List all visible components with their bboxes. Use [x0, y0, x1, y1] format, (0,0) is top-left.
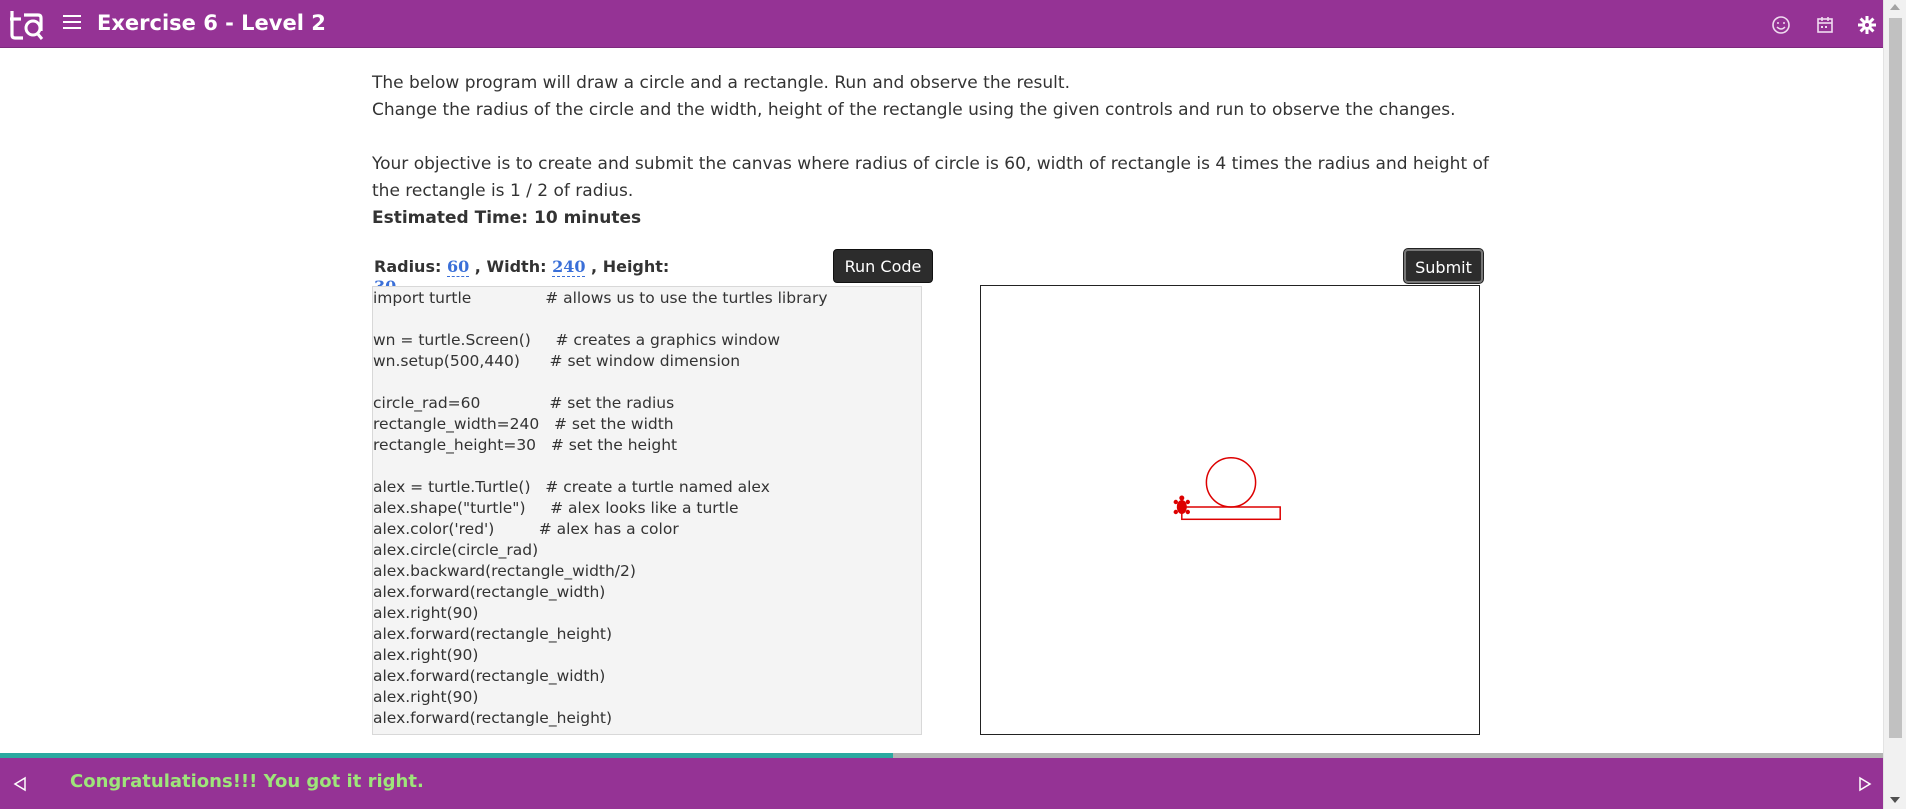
instructions: The below program will draw a circle and… [372, 70, 1502, 232]
code-line: alex.backward(rectangle_width/2) [373, 562, 636, 580]
height-label: Height: [602, 257, 670, 276]
turtle-icon [1173, 495, 1190, 515]
gear-icon[interactable] [1856, 14, 1878, 36]
width-value[interactable]: 240 [552, 257, 586, 277]
scroll-thumb[interactable] [1889, 18, 1902, 738]
smiley-icon[interactable] [1770, 14, 1792, 36]
instruction-line-1: The below program will draw a circle and… [372, 73, 1070, 93]
code-line: alex.forward(rectangle_height) [373, 709, 613, 727]
success-message: Congratulations!!! You got it right. [70, 771, 424, 792]
scroll-up-arrow-icon[interactable] [1890, 4, 1900, 10]
code-line: circle_rad=60 # set the radius [373, 394, 675, 412]
page-scrollbar[interactable] [1883, 0, 1906, 809]
code-line: alex.forward(rectangle_height) [373, 625, 613, 643]
code-line: import turtle # allows us to use the tur… [373, 289, 828, 307]
radius-label: Radius: [374, 257, 442, 276]
scroll-down-arrow-icon[interactable] [1890, 797, 1900, 803]
code-line: rectangle_height=30 # set the height [373, 436, 678, 454]
turtle-drawing [1173, 457, 1281, 521]
objective-line-2: the rectangle is 1 / 2 of radius. [372, 181, 634, 201]
code-line: wn.setup(500,440) # set window dimension [373, 352, 741, 370]
radius-value[interactable]: 60 [446, 257, 470, 277]
code-line: alex.forward(rectangle_width) [373, 667, 606, 685]
code-line: rectangle_width=240 # set the width [373, 415, 674, 433]
objective-line-1: Your objective is to create and submit t… [372, 154, 1489, 174]
app-logo-icon[interactable] [8, 7, 44, 41]
menu-icon[interactable] [63, 15, 81, 31]
estimated-time: Estimated Time: 10 minutes [372, 208, 642, 228]
separator: , [591, 257, 598, 276]
code-line: alex = turtle.Turtle() # create a turtle… [373, 478, 770, 496]
code-line: alex.shape("turtle") # alex looks like a… [373, 499, 739, 517]
code-line: wn = turtle.Screen() # creates a graphic… [373, 331, 781, 349]
turtle-circle [1205, 457, 1257, 508]
code-line: alex.right(90) [373, 688, 479, 706]
width-label: Width: [486, 257, 547, 276]
code-line: alex.forward(rectangle_width) [373, 583, 606, 601]
submit-button[interactable]: Submit [1404, 249, 1483, 283]
turtle-rectangle [1181, 506, 1281, 521]
calendar-icon[interactable] [1814, 14, 1836, 36]
bottom-bar: Congratulations!!! You got it right. [0, 758, 1883, 809]
separator: , [474, 257, 481, 276]
previous-arrow-icon[interactable] [12, 776, 28, 792]
top-bar: Exercise 6 - Level 2 [0, 0, 1906, 48]
next-arrow-icon[interactable] [1857, 776, 1873, 792]
run-code-button[interactable]: Run Code [833, 249, 933, 283]
code-line: alex.right(90) [373, 646, 479, 664]
code-line: alex.color('red') # alex has a color [373, 520, 679, 538]
turtle-canvas [980, 285, 1480, 735]
shape-controls: Radius: 60 , Width: 240 , Height: [374, 256, 674, 278]
instruction-line-2: Change the radius of the circle and the … [372, 100, 1456, 120]
page-title: Exercise 6 - Level 2 [97, 11, 326, 35]
code-line: alex.right(90) [373, 604, 479, 622]
code-line: alex.circle(circle_rad) [373, 541, 539, 559]
code-editor[interactable]: import turtle # allows us to use the tur… [372, 286, 922, 735]
